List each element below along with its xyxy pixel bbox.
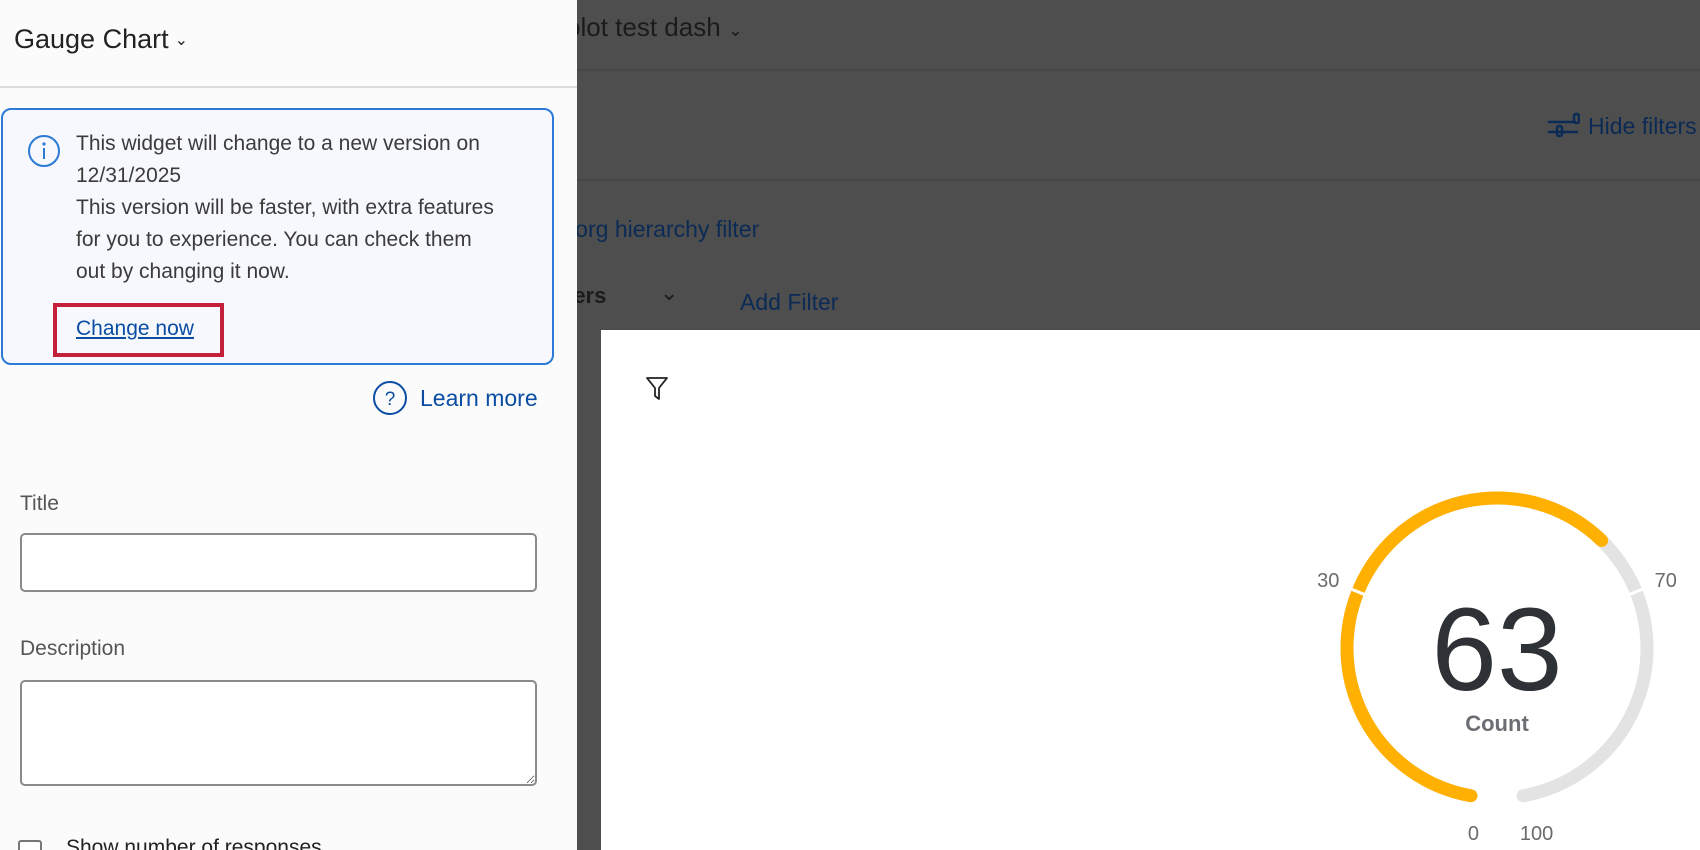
description-label: Description (20, 637, 126, 660)
chevron-down-icon: ⌄ (174, 31, 188, 49)
widget-type-dropdown[interactable]: Gauge Chart ⌄ (14, 24, 188, 55)
show-responses-checkbox[interactable] (18, 840, 42, 850)
notice-text: This widget will change to a new version… (76, 132, 480, 155)
gauge-metric-label: Count (1465, 711, 1529, 736)
sliders-icon (1548, 112, 1580, 138)
gauge-tick-label: 0 (1468, 823, 1479, 845)
gauge-widget-card: 0 30 70 100 63 Count (601, 330, 1700, 850)
chevron-down-icon: ⌄ (727, 20, 743, 40)
svg-text:?: ? (385, 389, 396, 410)
dashboard-name: plot test dash (566, 12, 721, 42)
gauge-tick-label: 100 (1520, 823, 1553, 845)
info-icon (28, 135, 60, 167)
divider (577, 179, 1700, 181)
org-hierarchy-filter-link[interactable]: n org hierarchy filter (556, 216, 759, 243)
divider (577, 69, 1700, 71)
version-notice: This widget will change to a new version… (1, 108, 554, 365)
header-divider (0, 86, 577, 88)
show-responses-label: Show number of responses (66, 836, 322, 850)
add-filter-button[interactable]: Add Filter (740, 289, 838, 316)
title-input[interactable] (20, 533, 537, 592)
notice-text: for you to experience. You can check the… (76, 228, 472, 251)
gauge-tick-label: 30 (1317, 570, 1339, 592)
notice-text: out by changing it now. (76, 260, 290, 283)
help-icon: ? (373, 381, 407, 415)
chevron-down-icon[interactable]: ⌄ (660, 280, 678, 306)
widget-editor-panel: Gauge Chart ⌄ This widget will change to… (0, 0, 577, 850)
hide-filters-label: Hide filters (1588, 112, 1697, 139)
notice-text: 12/31/2025 (76, 164, 182, 187)
hide-filters-button[interactable]: Hide filters (1548, 112, 1697, 140)
learn-more-link[interactable]: ? Learn more (372, 380, 538, 416)
gauge-tick-label: 70 (1655, 570, 1677, 592)
dashboard-title[interactable]: plot test dash ⌄ (566, 12, 743, 43)
change-now-link[interactable]: Change now (76, 317, 194, 341)
gauge-value: 63 (1431, 584, 1562, 716)
description-textarea[interactable] (20, 680, 537, 786)
widget-type-label: Gauge Chart (14, 24, 169, 54)
learn-more-label: Learn more (420, 384, 538, 411)
gauge-chart: 0 30 70 100 63Count (1317, 491, 1677, 845)
title-label: Title (20, 492, 59, 515)
notice-text: This version will be faster, with extra … (76, 196, 494, 219)
